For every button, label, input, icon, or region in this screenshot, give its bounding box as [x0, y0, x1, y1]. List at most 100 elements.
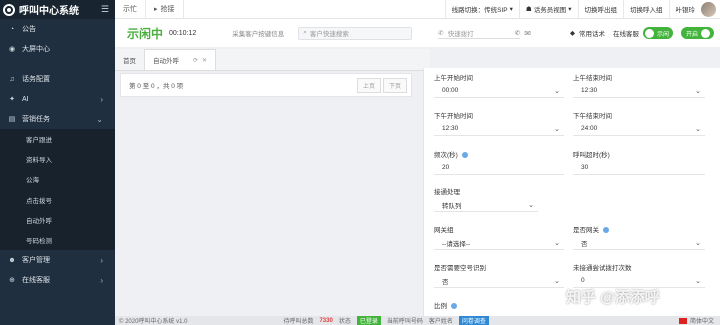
pm-start-label: 下午开始时间 — [434, 113, 473, 120]
waiting-count: 7330 — [319, 317, 333, 324]
ratio-label: 比例 — [434, 300, 457, 310]
submenu-item-follow[interactable]: 客户跟进 — [0, 129, 115, 149]
help-icon[interactable] — [451, 303, 457, 310]
chevron-down-icon: ⌄ — [554, 125, 560, 133]
ai-icon: ✦ — [9, 96, 15, 103]
toggle-label: 示闲 — [656, 31, 669, 38]
agent-view-dropdown[interactable]: ☗ 话务员视图 ▾ — [518, 0, 578, 19]
user-name: 叶银玲 — [675, 7, 696, 14]
sidebar-item-ai[interactable]: ✦ AI › — [0, 89, 115, 109]
grab-button[interactable]: ▸ 抢接 — [146, 0, 184, 19]
timeout-input[interactable]: 30 — [573, 161, 705, 175]
switch-in-label: 切换呼入组 — [630, 7, 663, 14]
status-right: ◆ 常用话术 在线客服 示闲 开启 — [570, 27, 714, 39]
common-script-link[interactable]: 常用话术 — [579, 28, 605, 38]
am-start-select[interactable]: 00:00 ⌄ — [434, 84, 564, 98]
caret-down-icon: ▾ — [509, 6, 513, 13]
grab-label: 抢接 — [160, 6, 175, 13]
sidebar-item-label: 公告 — [22, 26, 36, 33]
connect-label: 接通处理 — [434, 189, 460, 196]
help-icon[interactable] — [461, 152, 468, 159]
language-label: 简体中文 — [689, 319, 714, 325]
topbar: 示忙 ▸ 抢接 线路切换：传统SIP ▾ ☗ 话务员视图 ▾ 切换呼出组 切换呼入组 叶… — [115, 0, 720, 19]
switch-out-group-button[interactable]: 切换呼出组 — [577, 0, 624, 19]
connect-select[interactable]: 转队列 ⌄ — [434, 198, 538, 212]
is-gateway-select[interactable]: 否 ⌄ — [573, 236, 705, 250]
blank-number-select[interactable]: 否 ⌄ — [434, 274, 564, 288]
prev-page-button[interactable]: 上页 — [357, 77, 381, 93]
sidebar-item-online-service[interactable]: ⊕ 在线客服 › — [0, 270, 115, 290]
pm-end-select[interactable]: 24:00 ⌄ — [573, 122, 705, 136]
sidebar-item-customers[interactable]: ☻ 客户管理 › — [0, 250, 115, 270]
open-toggle[interactable]: 开启 — [680, 27, 714, 39]
help-icon[interactable] — [603, 227, 609, 234]
collect-keys-link[interactable]: 采集客户按键信息 — [232, 28, 284, 38]
dial-phone-icon[interactable]: ✆ — [515, 29, 520, 37]
app-title: 呼叫中心系统 — [19, 6, 79, 17]
quick-dial-input[interactable]: ✆ 快速拨打 ✆ — [438, 27, 521, 39]
logo: 呼叫中心系统 ☰ — [0, 0, 115, 19]
freq-label: 频次(秒) — [434, 149, 468, 159]
globe-icon: ⊕ — [9, 277, 15, 285]
screen-icon: ◉ — [8, 46, 16, 53]
submenu-item-number-check[interactable]: 号码检测 — [0, 230, 115, 250]
toggle-knob — [701, 28, 710, 38]
pm-start-value: 12:30 — [442, 125, 459, 132]
sidebar-item-marketing[interactable]: ▤ 营销任务 ⌄ — [0, 109, 115, 129]
chevron-down-icon: ⌄ — [554, 239, 560, 247]
close-icon[interactable]: ✕ — [202, 57, 207, 64]
pm-end-value: 24:00 — [581, 125, 598, 132]
sidebar-item-dashboard[interactable]: ◉ 大屏中心 — [0, 39, 115, 59]
login-state-badge: 已登录 — [356, 316, 381, 325]
headset-icon: ♫ — [9, 75, 15, 83]
chevron-down-icon: ⌄ — [695, 87, 701, 95]
customer-search-input[interactable]: ⌕ 客户快速搜索 — [298, 26, 413, 40]
pm-start-select[interactable]: 12:30 ⌄ — [434, 122, 564, 136]
submenu: 客户跟进 资料导入 公海 点击拨号 自动外呼 号码检测 — [0, 129, 115, 251]
sidebar-item-call-config[interactable]: ♫ 话务配置 — [0, 69, 115, 89]
blank-number-label: 是否需要空号识别 — [434, 265, 486, 272]
am-end-select[interactable]: 12:30 ⌄ — [573, 84, 705, 98]
line-switch-label: 线路切换：传统SIP — [451, 7, 508, 14]
gateway-select[interactable]: --请选择-- ⌄ — [434, 236, 564, 250]
chevron-down-icon: ⌄ — [96, 114, 103, 124]
chevron-down-icon: ⌄ — [695, 277, 701, 285]
switch-in-group-button[interactable]: 切换呼入组 — [623, 0, 669, 19]
busy-button[interactable]: 示忙 — [115, 0, 146, 19]
list-panel: 第 0 至 0 ，共 0 项 上页 下页 — [120, 73, 412, 97]
footer-bar: © 2020呼叫中心系统 v1.0 待呼叫总数 7330 状态 已登录 当前呼叫… — [115, 316, 720, 325]
tab-auto-call[interactable]: 自动外呼 ⟳ ✕ — [144, 49, 217, 70]
sidebar-item-notice[interactable]: ◔ 公告 — [0, 19, 115, 39]
idle-toggle[interactable]: 示闲 — [642, 27, 673, 39]
tab-label: 自动外呼 — [153, 58, 179, 65]
agent-view-label: 话务员视图 — [533, 7, 567, 14]
task-icon: ▤ — [8, 116, 16, 123]
sidebar-item-label: AI — [22, 95, 29, 103]
sidebar-item-label: 话务配置 — [22, 76, 50, 83]
submenu-item-auto-call[interactable]: 自动外呼 — [0, 210, 115, 230]
sidebar-item-label: 大屏中心 — [22, 46, 50, 53]
freq-label-text: 频次(秒) — [434, 152, 458, 159]
line-switch-dropdown[interactable]: 线路切换：传统SIP ▾ — [444, 0, 519, 19]
language-switch[interactable]: 简体中文 — [678, 316, 714, 325]
menu-icon[interactable]: ☰ — [101, 4, 109, 15]
freq-input[interactable]: 20 — [434, 161, 564, 175]
next-page-button[interactable]: 下页 — [383, 77, 407, 93]
submenu-item-import[interactable]: 资料导入 — [0, 149, 115, 169]
ratio-label-text: 比例 — [434, 303, 447, 310]
refresh-icon[interactable]: ⟳ — [193, 57, 198, 64]
survey-button[interactable]: 问卷调查 — [458, 316, 489, 325]
tab-home[interactable]: 首页 — [115, 50, 144, 70]
tag-icon: ◆ — [569, 30, 575, 37]
gateway-value: --请选择-- — [442, 240, 471, 248]
submenu-item-click-dial[interactable]: 点击拨号 — [0, 190, 115, 210]
am-start-value: 00:00 — [442, 87, 459, 94]
user-menu[interactable]: 叶银玲 — [668, 0, 720, 19]
nav-spacer — [0, 59, 115, 69]
submenu-item-pool[interactable]: 公海 — [0, 169, 115, 189]
chevron-right-icon: › — [100, 255, 103, 265]
am-end-value: 12:30 — [581, 87, 598, 94]
search-placeholder: 客户快速搜索 — [309, 31, 349, 38]
current-number-label: 当前呼叫号码 — [386, 319, 423, 325]
message-icon[interactable]: ✉ — [524, 29, 531, 38]
